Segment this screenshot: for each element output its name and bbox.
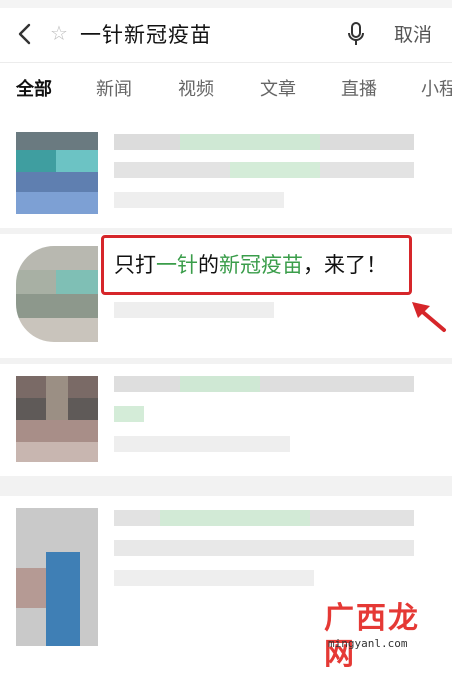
blurred-meta <box>114 436 290 452</box>
result-thumbnail <box>16 246 98 342</box>
highlighted-title-box[interactable]: 只打一针的新冠疫苗，来了！ <box>101 235 412 295</box>
search-header: ☆ 一针新冠疫苗 取消 <box>0 8 452 62</box>
tab-articles[interactable]: 文章 <box>260 77 296 103</box>
tab-all[interactable]: 全部 <box>16 77 52 103</box>
result-card[interactable] <box>0 364 452 476</box>
tab-live[interactable]: 直播 <box>341 77 377 103</box>
blurred-title <box>114 376 414 392</box>
cancel-button[interactable]: 取消 <box>394 21 432 49</box>
result-thumbnail <box>16 132 98 214</box>
blurred-keyword <box>180 376 260 392</box>
result-thumbnail <box>16 376 98 462</box>
blurred-meta <box>114 570 314 586</box>
feed-divider <box>0 476 452 496</box>
result-title: 只打一针的新冠疫苗，来了！ <box>114 252 387 278</box>
search-query[interactable]: 一针新冠疫苗 <box>80 21 212 49</box>
watermark-url: mingyanl.com <box>328 637 408 650</box>
tab-bar: 全部 新闻 视频 文章 直播 小程 <box>0 63 452 119</box>
result-card[interactable] <box>0 120 452 228</box>
red-arrow-icon <box>408 296 448 336</box>
back-icon[interactable] <box>12 20 38 48</box>
result-thumbnail <box>16 508 98 646</box>
blurred-meta <box>114 192 284 208</box>
blurred-meta <box>114 302 274 318</box>
blurred-keyword <box>180 134 320 150</box>
blurred-keyword <box>230 162 320 178</box>
title-segment: ，来了！ <box>303 253 387 277</box>
blurred-keyword <box>114 406 144 422</box>
blurred-title <box>114 540 414 556</box>
watermark: 广西龙网 mingyanl.com <box>318 601 448 672</box>
title-segment: 的 <box>198 253 219 277</box>
title-keyword: 新冠疫苗 <box>219 253 303 277</box>
tab-news[interactable]: 新闻 <box>96 77 132 103</box>
tab-mini-program[interactable]: 小程 <box>421 77 452 103</box>
blurred-keyword <box>160 510 310 526</box>
title-keyword: 一针 <box>156 253 198 277</box>
tab-video[interactable]: 视频 <box>178 77 214 103</box>
mic-icon[interactable] <box>345 20 367 48</box>
status-bar <box>0 0 452 8</box>
title-segment: 只打 <box>114 253 156 277</box>
star-icon[interactable]: ☆ <box>50 20 72 46</box>
